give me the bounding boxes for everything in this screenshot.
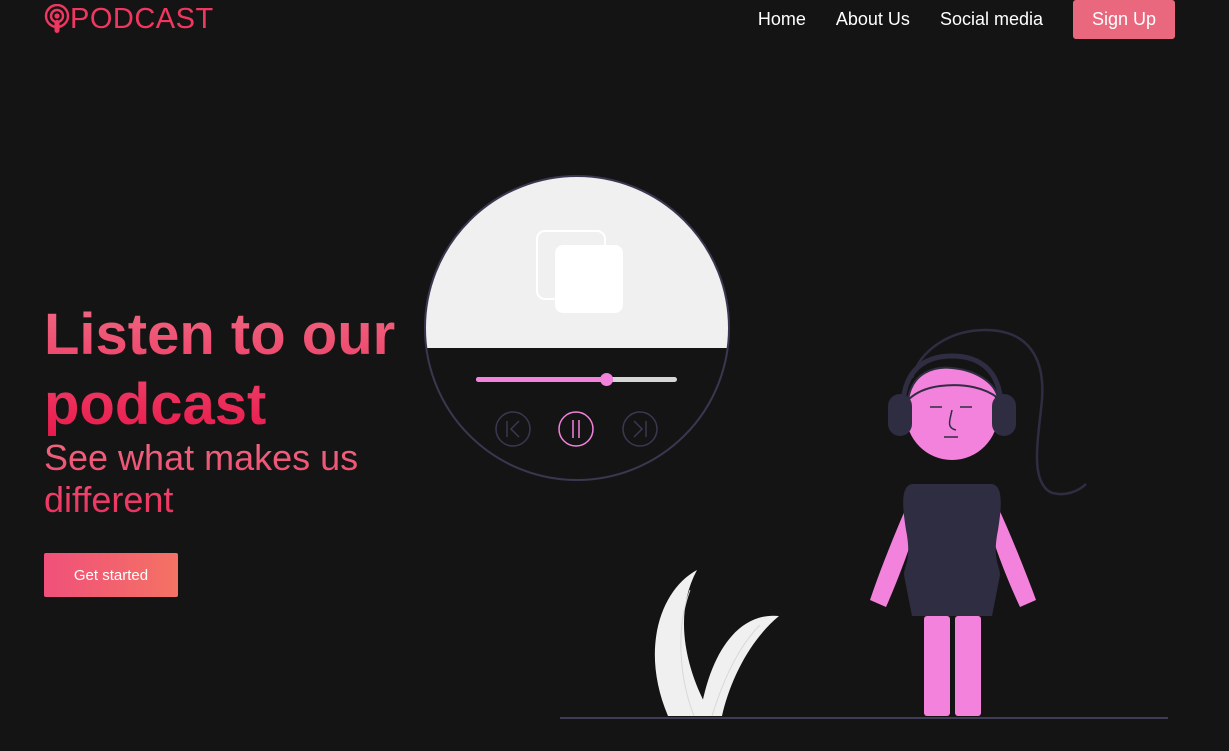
nav-home[interactable]: Home	[758, 9, 806, 30]
get-started-button[interactable]: Get started	[44, 553, 178, 597]
previous-icon	[495, 411, 531, 447]
sign-up-button[interactable]: Sign Up	[1073, 0, 1175, 39]
hero-title: Listen to our podcast	[44, 300, 444, 440]
previous-button[interactable]	[495, 411, 531, 447]
album-art-icon	[536, 230, 623, 313]
next-button[interactable]	[622, 411, 658, 447]
pause-icon	[558, 411, 594, 447]
plant-illustration	[654, 570, 779, 717]
nav-about-us[interactable]: About Us	[836, 9, 910, 30]
next-icon	[622, 411, 658, 447]
music-player	[424, 175, 730, 481]
landing-page: PODCAST Home About Us Social media Sign …	[0, 0, 1229, 751]
pause-button[interactable]	[558, 411, 594, 447]
progress-bar[interactable]	[476, 373, 677, 386]
nav-social-media[interactable]: Social media	[940, 9, 1043, 30]
progress-knob[interactable]	[600, 373, 614, 386]
person-illustration	[870, 328, 1087, 716]
logo-text: PODCAST	[70, 3, 214, 35]
hero-subtitle: See what makes us different	[44, 437, 424, 521]
podcast-icon	[44, 4, 70, 33]
logo[interactable]: PODCAST	[44, 4, 214, 34]
main-nav: Home About Us Social media Sign Up	[728, 0, 1175, 39]
progress-fill	[476, 377, 607, 382]
